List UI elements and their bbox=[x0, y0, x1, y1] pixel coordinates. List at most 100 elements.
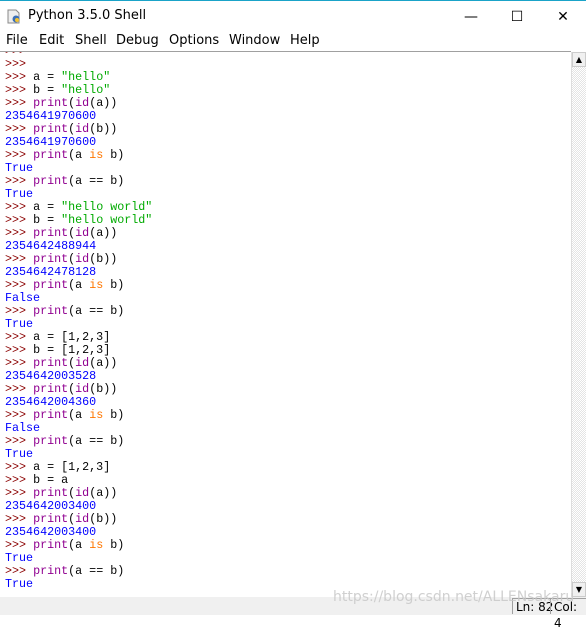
maximize-button[interactable]: ☐ bbox=[494, 1, 540, 32]
code-token: print bbox=[33, 96, 69, 110]
code-token: id bbox=[75, 252, 90, 266]
prompt: >>> bbox=[5, 96, 34, 110]
code-token: is bbox=[89, 408, 104, 422]
prompt: >>> bbox=[5, 122, 34, 136]
python-idle-icon bbox=[7, 9, 20, 24]
prompt: >>> bbox=[5, 343, 34, 357]
code-token: "hello" bbox=[61, 70, 111, 84]
code-token: a = [1,2,3] bbox=[33, 460, 111, 474]
code-token: (a == b) bbox=[68, 174, 125, 188]
code-token: print bbox=[33, 486, 69, 500]
output-text: False bbox=[5, 291, 41, 305]
menu-options[interactable]: Options bbox=[169, 33, 219, 48]
scroll-up-button[interactable]: ▲ bbox=[572, 52, 586, 67]
code-token: print bbox=[33, 564, 69, 578]
code-token: print bbox=[33, 408, 69, 422]
code-token: b = a bbox=[33, 473, 69, 487]
code-token: b) bbox=[103, 538, 125, 552]
code-token: id bbox=[75, 382, 90, 396]
output-text: 2354642003528 bbox=[5, 369, 97, 383]
code-token: print bbox=[33, 174, 69, 188]
output-text: True bbox=[5, 187, 34, 201]
code-token: print bbox=[33, 382, 69, 396]
output-text: 2354642003400 bbox=[5, 499, 97, 513]
menu-shell[interactable]: Shell bbox=[75, 33, 107, 48]
code-token: (a bbox=[68, 278, 90, 292]
close-button[interactable]: ✕ bbox=[540, 1, 586, 32]
code-token: print bbox=[33, 304, 69, 318]
prompt: >>> bbox=[5, 473, 34, 487]
menu-bar: File Edit Shell Debug Options Window Hel… bbox=[0, 31, 586, 51]
code-token: (a)) bbox=[89, 226, 118, 240]
prompt: >>> bbox=[5, 148, 34, 162]
code-token: print bbox=[33, 122, 69, 136]
output-text: 2354642488944 bbox=[5, 239, 97, 253]
prompt: >>> bbox=[5, 538, 34, 552]
menu-help[interactable]: Help bbox=[290, 33, 320, 48]
code-token: id bbox=[75, 226, 90, 240]
code-token: b) bbox=[103, 408, 125, 422]
title-bar: Python 3.5.0 Shell — ☐ ✕ bbox=[0, 0, 586, 31]
prompt: >>> bbox=[5, 70, 34, 84]
prompt: >>> bbox=[5, 356, 34, 370]
output-text: True bbox=[5, 161, 34, 175]
code-token: print bbox=[33, 148, 69, 162]
code-token: print bbox=[33, 278, 69, 292]
output-text: True bbox=[5, 551, 34, 565]
shell-text-area[interactable]: >>>>>>>>> a = "hello">>> b = "hello">>> … bbox=[0, 52, 571, 597]
menu-edit[interactable]: Edit bbox=[39, 33, 64, 48]
menu-debug[interactable]: Debug bbox=[116, 33, 159, 48]
prompt: >>> bbox=[5, 512, 34, 526]
prompt: >>> bbox=[5, 278, 34, 292]
minimize-button[interactable]: — bbox=[448, 1, 494, 32]
code-token: b = bbox=[33, 83, 62, 97]
code-token: "hello" bbox=[61, 83, 111, 97]
code-token: print bbox=[33, 512, 69, 526]
code-token: (a bbox=[68, 538, 90, 552]
prompt: >>> bbox=[5, 57, 27, 71]
code-token: a = bbox=[33, 200, 62, 214]
prompt: >>> bbox=[5, 226, 34, 240]
output-text: 2354642478128 bbox=[5, 265, 97, 279]
code-token: print bbox=[33, 356, 69, 370]
code-token: print bbox=[33, 226, 69, 240]
prompt: >>> bbox=[5, 434, 34, 448]
code-token: b) bbox=[103, 148, 125, 162]
prompt: >>> bbox=[5, 382, 34, 396]
prompt: >>> bbox=[5, 460, 34, 474]
code-token: print bbox=[33, 538, 69, 552]
code-token: (a)) bbox=[89, 356, 118, 370]
output-text: 2354641970600 bbox=[5, 109, 97, 123]
code-token: b = [1,2,3] bbox=[33, 343, 111, 357]
code-token: (b)) bbox=[89, 382, 118, 396]
code-token: print bbox=[33, 434, 69, 448]
vertical-scrollbar[interactable]: ▲ ▼ bbox=[571, 52, 586, 597]
code-token: id bbox=[75, 486, 90, 500]
menu-window[interactable]: Window bbox=[229, 33, 280, 48]
code-token: id bbox=[75, 122, 90, 136]
code-token: id bbox=[75, 96, 90, 110]
code-token: id bbox=[75, 512, 90, 526]
prompt: >>> bbox=[5, 486, 34, 500]
code-token: (a == b) bbox=[68, 304, 125, 318]
output-text: False bbox=[5, 421, 41, 435]
code-token: b = bbox=[33, 213, 62, 227]
code-token: (b)) bbox=[89, 512, 118, 526]
code-token: is bbox=[89, 538, 104, 552]
code-token: print bbox=[33, 252, 69, 266]
shell-output: >>>>>>>>> a = "hello">>> b = "hello">>> … bbox=[5, 52, 152, 591]
output-text: 2354642003400 bbox=[5, 525, 97, 539]
code-token: is bbox=[89, 148, 104, 162]
prompt: >>> bbox=[5, 83, 34, 97]
prompt: >>> bbox=[5, 213, 34, 227]
output-text: 2354642004360 bbox=[5, 395, 97, 409]
prompt: >>> bbox=[5, 174, 34, 188]
menu-file[interactable]: File bbox=[6, 33, 28, 48]
code-token: (a == b) bbox=[68, 564, 125, 578]
prompt: >>> bbox=[5, 330, 34, 344]
shell-line: True bbox=[5, 578, 152, 591]
prompt: >>> bbox=[5, 252, 34, 266]
code-token: (a)) bbox=[89, 486, 118, 500]
code-token: (a bbox=[68, 148, 90, 162]
code-token: a = bbox=[33, 70, 62, 84]
